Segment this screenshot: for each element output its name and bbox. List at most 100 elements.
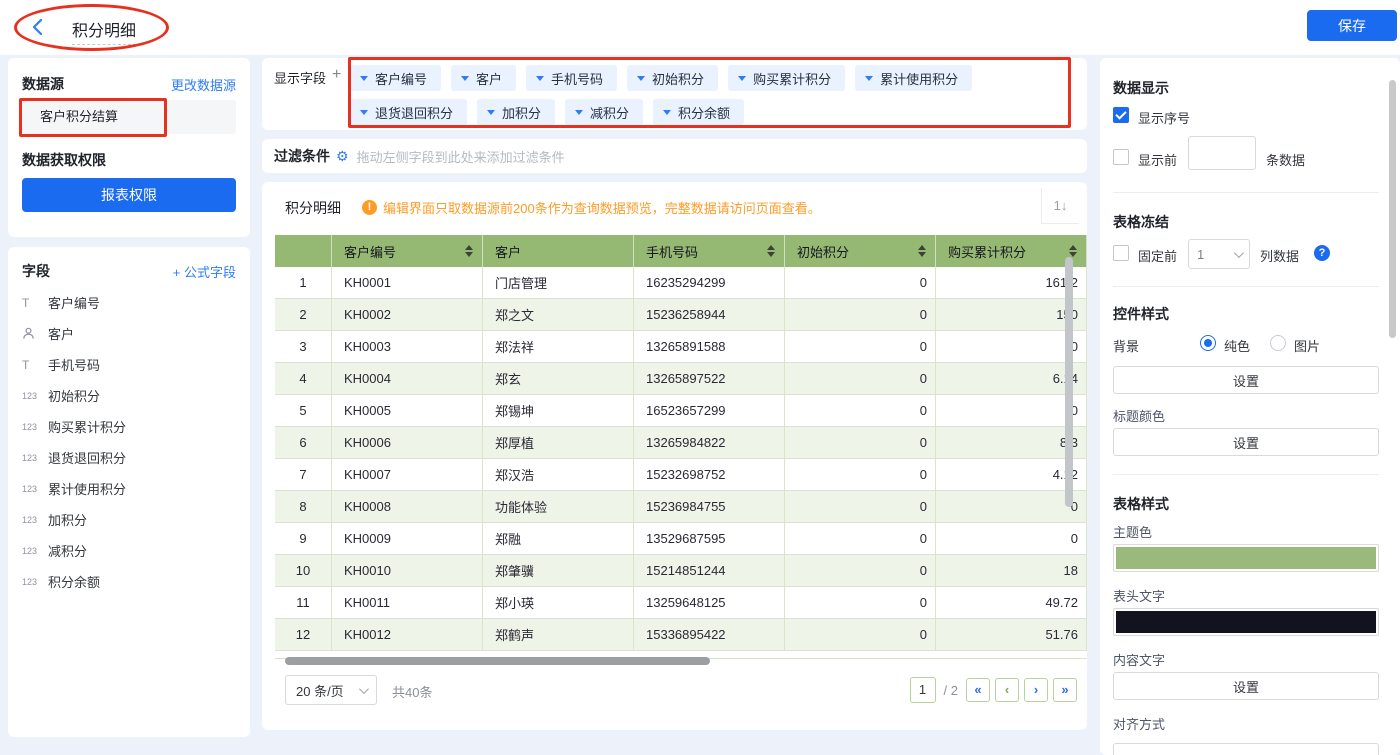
show-top-input[interactable] — [1188, 136, 1256, 170]
column-header[interactable]: 客户编号 — [332, 235, 483, 267]
background-radio-image[interactable] — [1270, 335, 1286, 351]
filter-label: 过滤条件 — [274, 146, 330, 166]
help-icon[interactable]: ? — [1314, 245, 1330, 261]
content-text-set-button[interactable]: 设置 — [1113, 672, 1379, 700]
chevron-down-icon — [575, 110, 583, 115]
next-page-button[interactable]: › — [1024, 678, 1048, 702]
show-index-checkbox[interactable] — [1113, 107, 1129, 123]
page-title[interactable]: 积分明细 — [72, 17, 136, 45]
horizontal-scrollbar[interactable] — [285, 657, 710, 665]
filter-dropzone[interactable]: 拖动左侧字段到此处来添加过滤条件 — [357, 147, 565, 166]
datasource-heading: 数据源 — [22, 74, 64, 94]
table-row[interactable]: 9KH0009郑融1352968759500 — [275, 523, 1087, 555]
field-item[interactable]: T手机号码 — [22, 349, 236, 380]
table-body: 1KH0001门店管理162352942990161.22KH0002郑之文15… — [275, 267, 1087, 651]
field-item[interactable]: 123购买累计积分 — [22, 411, 236, 442]
display-field-chip[interactable]: 加积分 — [477, 99, 555, 125]
table-row[interactable]: 7KH0007郑汉浩1523269875204.12 — [275, 459, 1087, 491]
table-cell: KH0011 — [332, 587, 483, 619]
table-cell: KH0009 — [332, 523, 483, 555]
row-index-cell: 8 — [275, 491, 332, 523]
table-row[interactable]: 2KH0002郑之文152362589440150 — [275, 299, 1087, 331]
vertical-scrollbar[interactable] — [1065, 257, 1073, 507]
add-formula-field-link[interactable]: + 公式字段 — [173, 262, 236, 281]
table-row[interactable]: 5KH0005郑锡坤1652365729900 — [275, 395, 1087, 427]
field-item[interactable]: 123积分余额 — [22, 566, 236, 597]
table-cell: KH0003 — [332, 331, 483, 363]
background-radio-solid[interactable] — [1200, 335, 1216, 351]
freeze-label-after: 列数据 — [1260, 246, 1299, 265]
filter-settings-icon[interactable]: ⚙ — [336, 148, 349, 165]
back-icon[interactable] — [28, 17, 48, 37]
report-permission-button[interactable]: 报表权限 — [22, 178, 236, 212]
page-size-select[interactable]: 20 条/页 — [285, 675, 377, 705]
column-header[interactable]: 手机号码 — [634, 235, 785, 267]
add-display-field-button[interactable]: + — [332, 66, 341, 84]
background-set-button[interactable]: 设置 — [1113, 366, 1379, 394]
sort-order-button[interactable]: 1↓ — [1041, 188, 1079, 224]
show-top-checkbox[interactable] — [1113, 149, 1129, 165]
freeze-checkbox[interactable] — [1113, 245, 1129, 261]
display-fields-bar: 显示字段 + 客户编号客户手机号码初始积分购买累计积分累计使用积分退货退回积分加… — [262, 58, 1087, 130]
page-size-value: 20 条/页 — [296, 681, 344, 700]
page-scrollbar[interactable] — [1389, 80, 1396, 338]
table-row[interactable]: 3KH0003郑法祥1326589158800 — [275, 331, 1087, 363]
column-header[interactable]: 初始积分 — [785, 235, 936, 267]
display-field-chip[interactable]: 手机号码 — [526, 65, 617, 91]
table-cell: KH0005 — [332, 395, 483, 427]
field-label: 初始积分 — [48, 386, 100, 405]
title-color-set-button[interactable]: 设置 — [1113, 428, 1379, 456]
table-row[interactable]: 1KH0001门店管理162352942990161.2 — [275, 267, 1087, 299]
table-row[interactable]: 6KH0006郑厚植1326598482208.3 — [275, 427, 1087, 459]
datasource-selected[interactable]: 客户积分结算 — [22, 100, 236, 134]
theme-color-swatch[interactable] — [1113, 544, 1379, 572]
field-item[interactable]: 123累计使用积分 — [22, 473, 236, 504]
first-page-button[interactable]: « — [966, 678, 990, 702]
save-button[interactable]: 保存 — [1307, 10, 1397, 41]
display-field-chip[interactable]: 积分余额 — [653, 99, 744, 125]
field-item[interactable]: 123减积分 — [22, 535, 236, 566]
page-nav-buttons: «‹›» — [966, 678, 1077, 702]
table-row[interactable]: 12KH0012郑鹤声15336895422051.76 — [275, 619, 1087, 651]
row-index-cell: 2 — [275, 299, 332, 331]
table-row[interactable]: 8KH0008功能体验1523698475500 — [275, 491, 1087, 523]
sort-icon[interactable] — [465, 245, 473, 257]
display-field-chip[interactable]: 初始积分 — [627, 65, 718, 91]
display-field-chip[interactable]: 客户编号 — [350, 65, 441, 91]
display-field-chip[interactable]: 退货退回积分 — [350, 99, 467, 125]
fields-heading: 字段 — [22, 261, 50, 281]
table-row[interactable]: 4KH0004郑玄1326589752206.14 — [275, 363, 1087, 395]
text-field-icon: T — [22, 296, 48, 310]
display-field-chip[interactable]: 累计使用积分 — [855, 65, 972, 91]
table-cell: 15236258944 — [634, 299, 785, 331]
prev-page-button[interactable]: ‹ — [995, 678, 1019, 702]
warning-icon: ! — [362, 200, 377, 215]
field-item[interactable]: 123退货退回积分 — [22, 442, 236, 473]
align-control-clipped[interactable] — [1113, 743, 1379, 755]
display-field-chip[interactable]: 购买累计积分 — [728, 65, 845, 91]
last-page-button[interactable]: » — [1053, 678, 1077, 702]
change-datasource-link[interactable]: 更改数据源 — [171, 75, 236, 94]
row-index-cell: 10 — [275, 555, 332, 587]
header-text-label: 表头文字 — [1113, 586, 1165, 605]
column-header[interactable] — [275, 235, 332, 267]
display-field-chip[interactable]: 客户 — [451, 65, 516, 91]
header-text-swatch[interactable] — [1113, 608, 1379, 636]
chevron-down-icon — [461, 76, 469, 81]
table-row[interactable]: 10KH0010郑肇骥15214851244018 — [275, 555, 1087, 587]
align-label: 对齐方式 — [1113, 714, 1165, 733]
page-number-input[interactable]: 1 — [910, 677, 936, 703]
field-item[interactable]: 客户 — [22, 318, 236, 349]
table-row[interactable]: 11KH0011郑小瑛13259648125049.72 — [275, 587, 1087, 619]
sort-icon[interactable] — [1069, 245, 1077, 257]
sort-icon[interactable] — [918, 245, 926, 257]
field-item[interactable]: 123加积分 — [22, 504, 236, 535]
freeze-count-select[interactable]: 1 — [1188, 239, 1250, 269]
display-field-chip[interactable]: 减积分 — [565, 99, 643, 125]
field-item[interactable]: 123初始积分 — [22, 380, 236, 411]
sort-icon[interactable] — [767, 245, 775, 257]
column-header[interactable]: 客户 — [483, 235, 634, 267]
row-index-cell: 6 — [275, 427, 332, 459]
content-text-label: 内容文字 — [1113, 650, 1165, 669]
field-item[interactable]: T客户编号 — [22, 287, 236, 318]
